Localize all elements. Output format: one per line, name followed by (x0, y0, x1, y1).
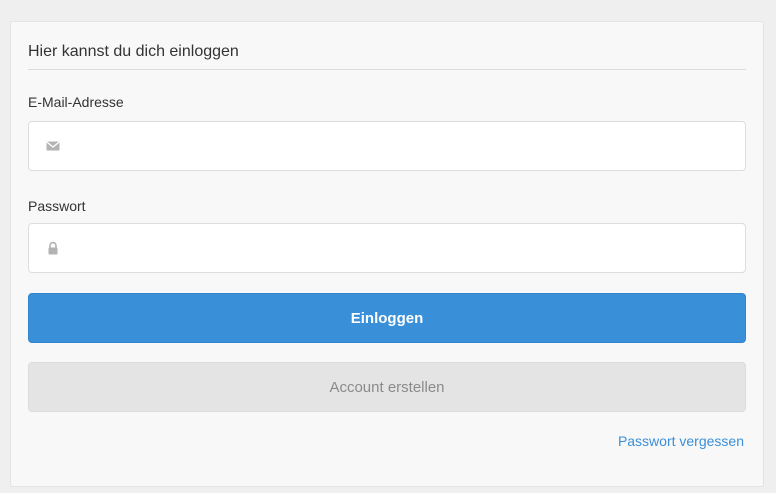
create-account-button[interactable]: Account erstellen (28, 362, 746, 412)
email-input[interactable] (75, 122, 739, 172)
password-label: Passwort (28, 198, 86, 214)
lock-icon (48, 241, 58, 255)
envelope-icon (46, 141, 60, 151)
login-card: Hier kannst du dich einloggen E-Mail-Adr… (10, 21, 764, 487)
password-input[interactable] (75, 224, 739, 274)
title-divider (28, 69, 746, 70)
password-field[interactable] (28, 223, 746, 274)
forgot-password-link[interactable]: Passwort vergessen (618, 433, 744, 449)
email-label: E-Mail-Adresse (28, 94, 124, 110)
card-title: Hier kannst du dich einloggen (28, 43, 239, 60)
email-field[interactable] (28, 121, 746, 172)
login-button[interactable]: Einloggen (28, 293, 746, 343)
